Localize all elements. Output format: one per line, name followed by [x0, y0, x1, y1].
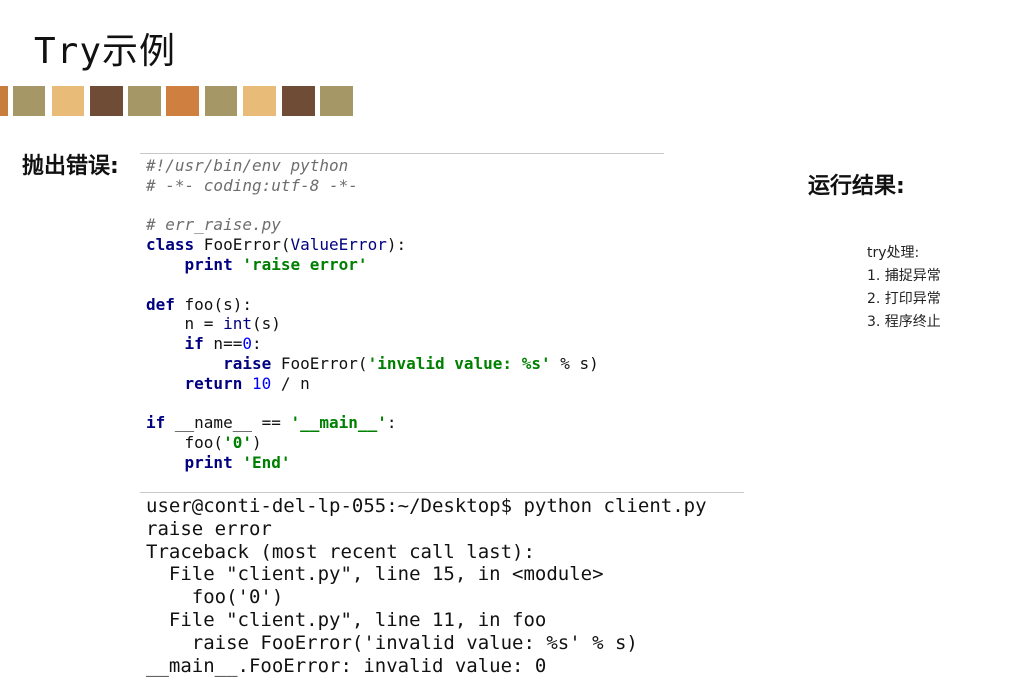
throw-error-label: 抛出错误: [22, 154, 119, 179]
stripe-block [128, 86, 161, 116]
code-text: : [251, 334, 262, 354]
code-string: 'End' [232, 452, 291, 472]
code-keyword: print [146, 452, 233, 472]
code-keyword: return [146, 373, 243, 393]
notes-item: 3. 程序终止 [867, 314, 941, 330]
stripe-block [320, 86, 353, 116]
code-text: % s) [550, 353, 599, 373]
terminal-line: File "client.py", line 15, in <module> [146, 563, 604, 586]
terminal-line: raise FooError('invalid value: %s' % s) [146, 631, 638, 654]
try-handling-notes: try处理: 1. 捕捉异常 2. 打印异常 3. 程序终止 [867, 242, 941, 334]
code-text: : [386, 413, 397, 433]
stripe-block [0, 86, 8, 116]
terminal-line: File "client.py", line 11, in foo [146, 608, 547, 631]
code-keyword: print [146, 254, 233, 274]
stripe-block [90, 86, 123, 116]
code-text: foo( [146, 433, 224, 453]
code-number: 10 [242, 373, 272, 393]
code-text: / n [271, 373, 310, 393]
code-text: n== [203, 334, 243, 354]
code-line: #!/usr/bin/env python [140, 156, 664, 176]
slide-title: Try示例 [34, 31, 177, 72]
code-line: print 'raise error' [140, 255, 664, 275]
code-comment: # err_raise.py [146, 215, 281, 235]
code-line: def foo(s): [140, 295, 664, 315]
code-string: '__main__' [290, 413, 387, 433]
code-comment: # -*- coding:utf-8 -*- [146, 175, 358, 195]
code-string: '0' [223, 433, 252, 453]
terminal-line: raise error [146, 517, 272, 540]
stripe-block [166, 86, 199, 116]
code-text: __name__ == [165, 413, 291, 433]
terminal-line: foo('0') [146, 586, 284, 609]
stripe-block [282, 86, 315, 116]
code-line: if n==0: [140, 334, 664, 354]
code-text: (s) [251, 314, 281, 334]
terminal-line: Traceback (most recent call last): [146, 540, 535, 563]
stripe-block [52, 86, 84, 116]
code-line: # err_raise.py [140, 215, 664, 235]
code-text: FooError( [271, 353, 368, 373]
python-code-block: #!/usr/bin/env python # -*- coding:utf-8… [140, 153, 664, 473]
code-line: # -*- coding:utf-8 -*- [140, 176, 664, 196]
code-keyword: if [146, 413, 166, 433]
code-builtin: int [223, 314, 252, 334]
code-text: n = [146, 314, 224, 334]
code-number: 0 [242, 334, 252, 354]
code-comment: #!/usr/bin/env python [146, 156, 349, 175]
code-keyword: class [146, 235, 195, 255]
code-line: return 10 / n [140, 374, 664, 394]
code-text: ) [251, 433, 262, 453]
code-text: ): [386, 235, 407, 255]
code-string: 'invalid value: %s' [367, 353, 551, 373]
code-line: raise FooError('invalid value: %s' % s) [140, 354, 664, 374]
terminal-line: __main__.FooError: invalid value: 0 [146, 654, 547, 677]
stripe-block [205, 86, 237, 116]
code-text: FooError( [194, 235, 291, 255]
code-line: print 'End' [140, 453, 664, 473]
run-result-label: 运行结果: [808, 174, 905, 199]
code-keyword: if [146, 334, 204, 354]
code-builtin: ValueError [290, 235, 387, 255]
code-line: foo('0') [140, 433, 664, 453]
terminal-output: user@conti-del-lp-055:~/Desktop$ python … [140, 492, 744, 677]
code-keyword: def [146, 294, 175, 314]
notes-item: 2. 打印异常 [867, 291, 941, 307]
stripe-block [243, 86, 276, 116]
terminal-line: user@conti-del-lp-055:~/Desktop$ python … [146, 495, 707, 517]
notes-heading: try处理: [867, 245, 920, 261]
notes-item: 1. 捕捉异常 [867, 268, 941, 284]
code-line: n = int(s) [140, 314, 664, 334]
stripe-block [13, 86, 45, 116]
code-line: class FooError(ValueError): [140, 235, 664, 255]
code-string: 'raise error' [232, 254, 368, 274]
code-text: foo(s): [174, 294, 252, 314]
code-keyword: raise [146, 353, 272, 373]
code-line: if __name__ == '__main__': [140, 413, 664, 433]
